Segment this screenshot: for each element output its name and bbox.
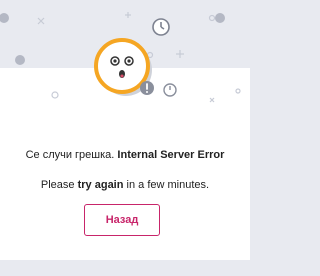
retry-emphasis: try again — [77, 179, 124, 191]
retry-message: Please try again in a few minutes. — [0, 178, 250, 192]
error-message: Се случи грешка. Internal Server Error — [0, 148, 250, 162]
retry-prefix: Please — [40, 179, 75, 191]
exclamation-circle-icon — [140, 81, 154, 95]
clock-icon-small — [163, 83, 177, 97]
surprised-face-icon — [94, 38, 154, 96]
back-button[interactable]: Назад — [84, 204, 160, 236]
error-title: Internal Server Error — [117, 149, 225, 161]
retry-suffix: in a few minutes. — [126, 179, 210, 191]
error-prefix: Се случи грешка. — [25, 149, 115, 161]
bottom-strip — [0, 260, 250, 276]
